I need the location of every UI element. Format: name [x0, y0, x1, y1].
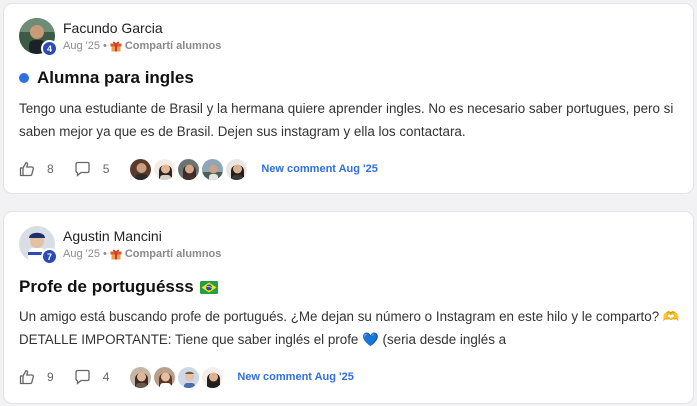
meta-separator: •	[102, 248, 107, 260]
gift-icon	[110, 249, 122, 260]
category-link[interactable]: Compartí alumnos	[125, 40, 222, 52]
post-author-row: 4 Facundo Garcia Aug '25 • Compartí alum…	[19, 18, 419, 58]
gift-icon	[110, 41, 122, 52]
commenter-avatar[interactable]	[177, 157, 201, 181]
like-button[interactable]: 8	[19, 161, 54, 177]
post-card[interactable]: 7 Agustin Mancini Aug '25 • Compartí alu…	[3, 211, 694, 404]
commenter-avatar[interactable]	[153, 157, 177, 181]
post-body: Tengo una estudiante de Brasil y la herm…	[19, 101, 674, 139]
commenter-avatar[interactable]	[177, 365, 201, 389]
post-meta: Aug '25 • Compartí alumnos	[63, 40, 221, 52]
commenter-avatar[interactable]	[225, 157, 249, 181]
commenter-avatar[interactable]	[201, 365, 225, 389]
comment-button[interactable]: 5	[74, 161, 110, 177]
post-title-text: Profe de portuguésss	[19, 277, 194, 296]
post-date: Aug '25	[63, 248, 100, 260]
post-footer: 8 5 New comment Aug '25	[19, 156, 378, 182]
thumbs-up-icon	[19, 370, 35, 385]
commenter-avatar[interactable]	[201, 157, 225, 181]
meta-separator: •	[102, 40, 107, 52]
like-button[interactable]: 9	[19, 369, 54, 385]
author-name[interactable]: Agustin Mancini	[63, 228, 162, 244]
like-count: 8	[47, 162, 54, 176]
post-meta: Aug '25 • Compartí alumnos	[63, 248, 221, 260]
new-comment-link[interactable]: New comment Aug '25	[237, 371, 354, 383]
commenter-avatars[interactable]	[129, 157, 249, 181]
like-count: 9	[47, 370, 54, 384]
thumbs-up-icon	[19, 162, 35, 177]
level-badge: 4	[41, 40, 58, 57]
post-title[interactable]: Profe de portuguésss	[19, 277, 218, 297]
level-badge: 7	[41, 248, 58, 265]
commenter-avatars[interactable]	[129, 365, 225, 389]
post-title-text: Alumna para ingles	[37, 68, 194, 87]
post-date: Aug '25	[63, 40, 100, 52]
unread-indicator	[19, 73, 29, 83]
commenter-avatar[interactable]	[129, 157, 153, 181]
new-comment-link[interactable]: New comment Aug '25	[261, 163, 378, 175]
post-footer: 9 4 New comment Aug '25	[19, 364, 354, 390]
comment-count: 4	[102, 370, 110, 384]
comment-icon	[75, 369, 90, 385]
category-link[interactable]: Compartí alumnos	[125, 248, 222, 260]
post-body: Un amigo está buscando profe de portugué…	[19, 309, 680, 347]
post-author-row: 7 Agustin Mancini Aug '25 • Compartí alu…	[19, 226, 419, 266]
commenter-avatar[interactable]	[153, 365, 177, 389]
comment-count: 5	[102, 162, 110, 176]
author-name[interactable]: Facundo Garcia	[63, 20, 163, 36]
commenter-avatar[interactable]	[129, 365, 153, 389]
post-card[interactable]: 4 Facundo Garcia Aug '25 • Compartí alum…	[3, 3, 694, 194]
post-title[interactable]: Alumna para ingles	[19, 68, 194, 88]
comment-icon	[75, 161, 90, 177]
comment-button[interactable]: 4	[74, 369, 110, 385]
brazil-flag-icon	[199, 280, 218, 294]
